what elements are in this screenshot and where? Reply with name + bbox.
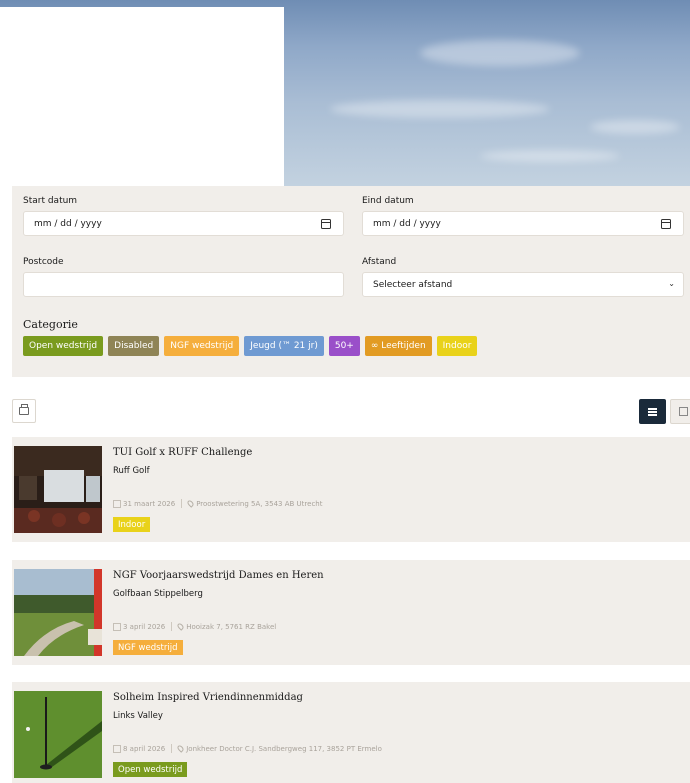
list-view-icon bbox=[648, 407, 657, 416]
list-view-button[interactable] bbox=[639, 399, 666, 424]
event-meta: 31 maart 2026 Proostwetering 5A, 3543 AB… bbox=[113, 499, 322, 508]
chip-disabled[interactable]: Disabled bbox=[108, 336, 160, 356]
print-button[interactable] bbox=[12, 399, 36, 423]
calendar-icon[interactable] bbox=[661, 219, 671, 229]
calendar-icon bbox=[113, 744, 121, 753]
filter-panel: Start datum mm / dd / yyyy Eind datum mm… bbox=[12, 186, 690, 377]
event-address: Hooizak 7, 5761 RZ Bakel bbox=[186, 622, 277, 631]
hero-white-panel bbox=[0, 7, 284, 186]
event-tag: Indoor bbox=[113, 517, 151, 532]
event-venue: Ruff Golf bbox=[113, 466, 150, 476]
category-title: Categorie bbox=[23, 318, 78, 331]
chip-50-plus[interactable]: 50+ bbox=[328, 336, 360, 356]
calendar-icon bbox=[113, 622, 121, 631]
event-address: Jonkheer Doctor C.J. Sandbergweg 117, 38… bbox=[186, 744, 382, 753]
postcode-input[interactable] bbox=[23, 272, 344, 297]
event-image bbox=[14, 691, 102, 778]
event-meta: 8 april 2026 Jonkheer Doctor C.J. Sandbe… bbox=[113, 744, 382, 753]
postcode-label: Postcode bbox=[23, 257, 64, 267]
location-pin-icon bbox=[186, 499, 195, 508]
end-date-placeholder: mm / dd / yyyy bbox=[373, 218, 441, 229]
event-address: Proostwetering 5A, 3543 AB Utrecht bbox=[196, 499, 323, 508]
event-date: 3 april 2026 bbox=[123, 622, 166, 631]
event-card[interactable]: NGF Voorjaarswedstrijd Dames en Heren Go… bbox=[12, 560, 690, 665]
event-card[interactable]: Solheim Inspired Vriendinnenmiddag Links… bbox=[12, 682, 690, 783]
chip-jeugd[interactable]: Jeugd (™ 21 jr) bbox=[244, 336, 324, 356]
event-card[interactable]: TUI Golf x RUFF Challenge Ruff Golf 31 m… bbox=[12, 437, 690, 542]
chip-leeftijden[interactable]: ∞ Leeftijden bbox=[364, 336, 432, 356]
chip-indoor[interactable]: Indoor bbox=[436, 336, 478, 356]
start-date-input[interactable]: mm / dd / yyyy bbox=[23, 211, 344, 236]
event-tag: NGF wedstrijd bbox=[113, 640, 183, 655]
event-venue: Links Valley bbox=[113, 711, 163, 721]
calendar-icon[interactable] bbox=[321, 219, 331, 229]
distance-select[interactable]: Selecteer afstand ⌄ bbox=[362, 272, 684, 297]
event-title[interactable]: TUI Golf x RUFF Challenge bbox=[113, 447, 252, 458]
distance-selected: Selecteer afstand bbox=[373, 279, 453, 290]
event-meta: 3 april 2026 Hooizak 7, 5761 RZ Bakel bbox=[113, 622, 276, 631]
calendar-view-icon bbox=[679, 407, 688, 416]
start-date-placeholder: mm / dd / yyyy bbox=[34, 218, 102, 229]
calendar-view-button[interactable] bbox=[670, 399, 690, 424]
event-date: 31 maart 2026 bbox=[123, 499, 176, 508]
event-tag: Open wedstrijd bbox=[113, 762, 188, 777]
event-title[interactable]: Solheim Inspired Vriendinnenmiddag bbox=[113, 692, 303, 703]
event-date: 8 april 2026 bbox=[123, 744, 166, 753]
event-image bbox=[14, 569, 102, 656]
start-date-label: Start datum bbox=[23, 196, 78, 206]
chip-ngf-wedstrijd[interactable]: NGF wedstrijd bbox=[164, 336, 240, 356]
end-date-label: Eind datum bbox=[362, 196, 414, 206]
print-icon bbox=[19, 404, 29, 415]
calendar-icon bbox=[113, 499, 121, 508]
end-date-input[interactable]: mm / dd / yyyy bbox=[362, 211, 684, 236]
category-chips: Open wedstrijd Disabled NGF wedstrijd Je… bbox=[23, 336, 478, 356]
event-venue: Golfbaan Stippelberg bbox=[113, 589, 203, 599]
distance-label: Afstand bbox=[362, 257, 397, 267]
chip-open-wedstrijd[interactable]: Open wedstrijd bbox=[23, 336, 104, 356]
location-pin-icon bbox=[176, 622, 185, 631]
event-title[interactable]: NGF Voorjaarswedstrijd Dames en Heren bbox=[113, 570, 324, 581]
location-pin-icon bbox=[176, 744, 185, 753]
event-image bbox=[14, 446, 102, 533]
chevron-down-icon: ⌄ bbox=[668, 279, 675, 288]
